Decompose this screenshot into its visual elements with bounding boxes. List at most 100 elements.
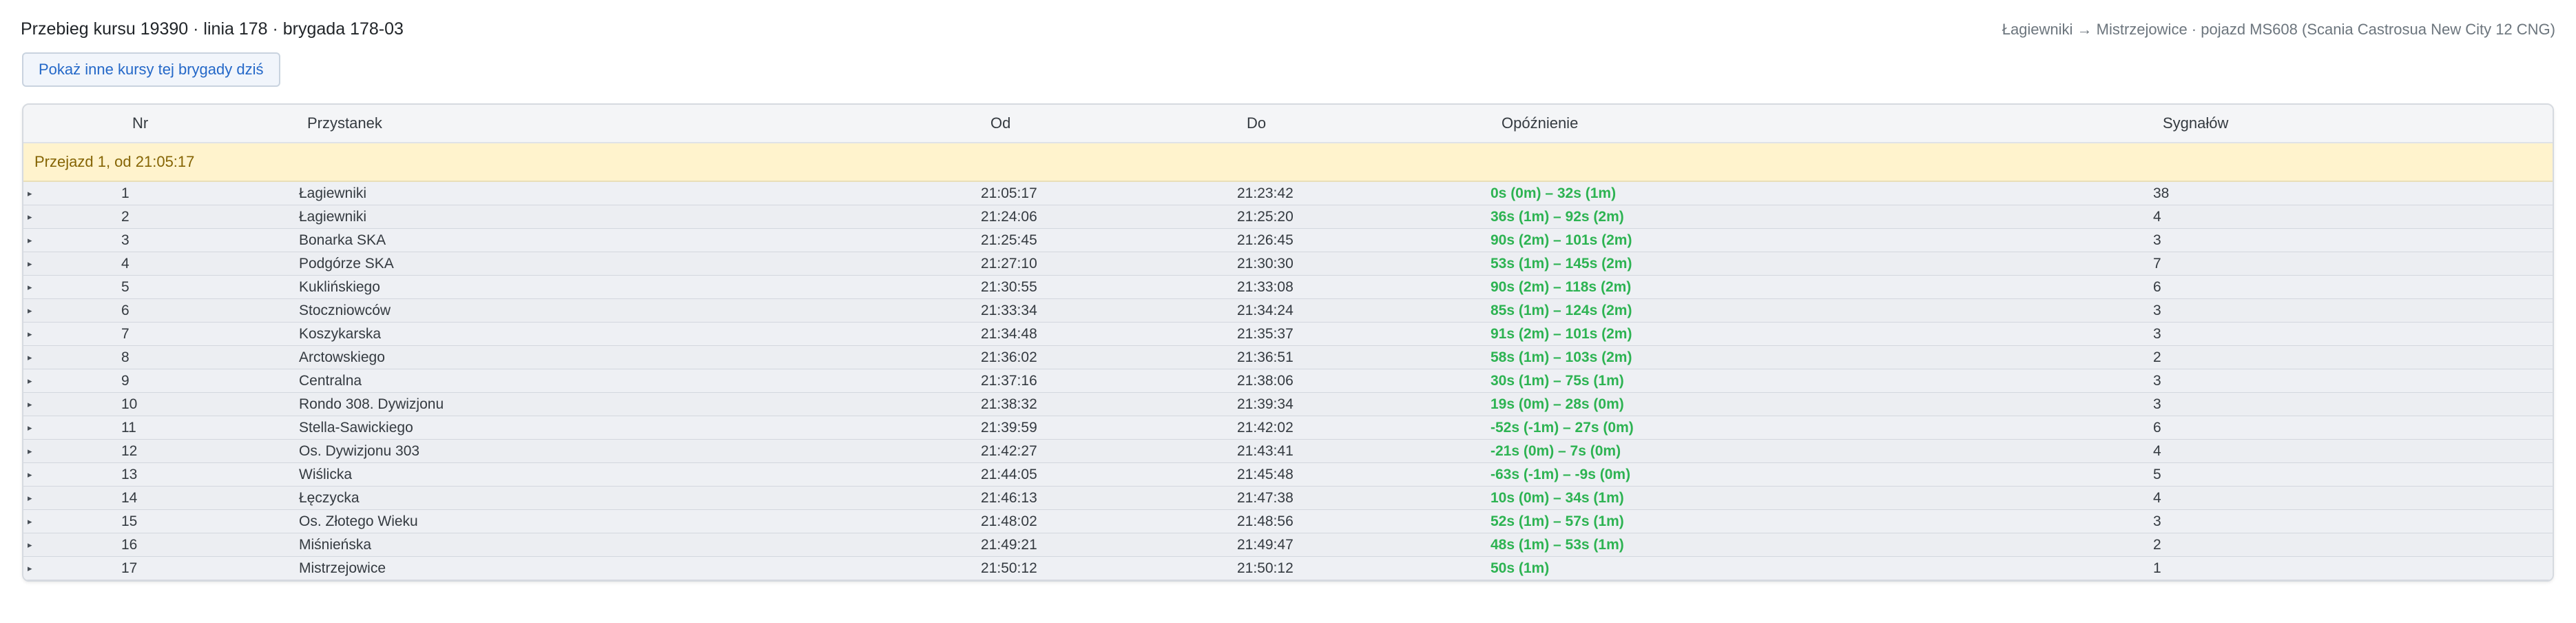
cell-delay: 85s (1m) – 124s (2m) bbox=[1490, 303, 1632, 318]
cell-from: 21:25:45 bbox=[981, 232, 1037, 248]
cell-to: 21:47:38 bbox=[1237, 490, 1294, 506]
cell-delay: 52s (1m) – 57s (1m) bbox=[1490, 513, 1624, 529]
cell-signals: 1 bbox=[2153, 560, 2161, 576]
expand-row-icon[interactable]: ▸ bbox=[28, 510, 32, 533]
expand-row-icon[interactable]: ▸ bbox=[28, 323, 32, 346]
table-row[interactable]: ▸ 10 Rondo 308. Dywizjonu 21:38:32 21:39:34 1… bbox=[23, 393, 2553, 416]
cell-signals: 3 bbox=[2153, 303, 2161, 318]
cell-from: 21:24:06 bbox=[981, 209, 1037, 225]
page-title: Przebieg kursu 19390 · linia 178 · bryga… bbox=[21, 19, 404, 39]
expand-row-icon[interactable]: ▸ bbox=[28, 252, 32, 276]
cell-to: 21:42:02 bbox=[1237, 420, 1294, 436]
vehicle-info: Łagiewniki → Mistrzejowice · pojazd MS60… bbox=[2002, 21, 2555, 38]
cell-nr: 8 bbox=[121, 349, 129, 365]
table-row[interactable]: ▸ 9 Centralna 21:37:16 21:38:06 30s (1m) – 75… bbox=[23, 369, 2553, 393]
table-row[interactable]: ▸ 2 Łagiewniki 21:24:06 21:25:20 36s (1m) – 9… bbox=[23, 205, 2553, 229]
table-row[interactable]: ▸ 11 Stella-Sawickiego 21:39:59 21:42:02 -52s… bbox=[23, 416, 2553, 440]
expand-row-icon[interactable]: ▸ bbox=[28, 440, 32, 463]
cell-stop: Podgórze SKA bbox=[299, 256, 394, 272]
cell-to: 21:50:12 bbox=[1237, 560, 1294, 576]
cell-nr: 17 bbox=[121, 560, 138, 576]
expand-row-icon[interactable]: ▸ bbox=[28, 205, 32, 229]
cell-from: 21:39:59 bbox=[981, 420, 1037, 436]
cell-delay: 90s (2m) – 101s (2m) bbox=[1490, 232, 1632, 248]
column-header-nr: Nr bbox=[132, 114, 149, 132]
column-header-delay: Opóźnienie bbox=[1502, 114, 1579, 132]
cell-from: 21:50:12 bbox=[981, 560, 1037, 576]
table-row[interactable]: ▸ 3 Bonarka SKA 21:25:45 21:26:45 90s (2m) – … bbox=[23, 229, 2553, 252]
table-row[interactable]: ▸ 17 Mistrzejowice 21:50:12 21:50:12 50s (1m)… bbox=[23, 557, 2553, 580]
table-row[interactable]: ▸ 12 Os. Dywizjonu 303 21:42:27 21:43:41 -21s… bbox=[23, 440, 2553, 463]
table-row[interactable]: ▸ 7 Koszykarska 21:34:48 21:35:37 91s (2m) – … bbox=[23, 323, 2553, 346]
cell-nr: 9 bbox=[121, 373, 129, 389]
table-header: Nr Przystanek Od Do Opóźnienie Sygnałów bbox=[23, 105, 2553, 143]
cell-stop: Bonarka SKA bbox=[299, 232, 386, 248]
table-row[interactable]: ▸ 14 Łęczycka 21:46:13 21:47:38 10s (0m) – 34… bbox=[23, 487, 2553, 510]
expand-row-icon[interactable]: ▸ bbox=[28, 182, 32, 205]
cell-signals: 4 bbox=[2153, 209, 2161, 225]
cell-from: 21:42:27 bbox=[981, 443, 1037, 459]
cell-signals: 3 bbox=[2153, 513, 2161, 529]
cell-stop: Mistrzejowice bbox=[299, 560, 386, 576]
expand-row-icon[interactable]: ▸ bbox=[28, 487, 32, 510]
cell-delay: 90s (2m) – 118s (2m) bbox=[1490, 279, 1632, 295]
expand-row-icon[interactable]: ▸ bbox=[28, 369, 32, 393]
cell-nr: 10 bbox=[121, 396, 138, 412]
table-row[interactable]: ▸ 1 Łagiewniki 21:05:17 21:23:42 0s (0m) – 32… bbox=[23, 182, 2553, 205]
cell-to: 21:35:37 bbox=[1237, 326, 1294, 342]
cell-from: 21:27:10 bbox=[981, 256, 1037, 272]
cell-stop: Arctowskiego bbox=[299, 349, 385, 365]
cell-from: 21:38:32 bbox=[981, 396, 1037, 412]
other-courses-button[interactable]: Pokaż inne kursy tej brygady dziś bbox=[22, 52, 280, 87]
cell-to: 21:43:41 bbox=[1237, 443, 1294, 459]
expand-row-icon[interactable]: ▸ bbox=[28, 557, 32, 580]
cell-signals: 3 bbox=[2153, 326, 2161, 342]
expand-row-icon[interactable]: ▸ bbox=[28, 393, 32, 416]
cell-from: 21:30:55 bbox=[981, 279, 1037, 295]
expand-row-icon[interactable]: ▸ bbox=[28, 346, 32, 369]
table-row[interactable]: ▸ 6 Stoczniowców 21:33:34 21:34:24 85s (1m) –… bbox=[23, 299, 2553, 323]
cell-delay: 53s (1m) – 145s (2m) bbox=[1490, 256, 1632, 272]
cell-delay: 91s (2m) – 101s (2m) bbox=[1490, 326, 1632, 342]
cell-delay: 19s (0m) – 28s (0m) bbox=[1490, 396, 1624, 412]
cell-from: 21:44:05 bbox=[981, 467, 1037, 482]
cell-stop: Koszykarska bbox=[299, 326, 382, 342]
table-row[interactable]: ▸ 8 Arctowskiego 21:36:02 21:36:51 58s (1m) –… bbox=[23, 346, 2553, 369]
table-row[interactable]: ▸ 15 Os. Złotego Wieku 21:48:02 21:48:56 52s … bbox=[23, 510, 2553, 533]
expand-row-icon[interactable]: ▸ bbox=[28, 276, 32, 299]
table-row[interactable]: ▸ 5 Kuklińskiego 21:30:55 21:33:08 90s (2m) –… bbox=[23, 276, 2553, 299]
cell-delay: 10s (0m) – 34s (1m) bbox=[1490, 490, 1624, 506]
column-header-stop: Przystanek bbox=[307, 114, 382, 132]
cell-from: 21:33:34 bbox=[981, 303, 1037, 318]
cell-to: 21:25:20 bbox=[1237, 209, 1294, 225]
cell-nr: 4 bbox=[121, 256, 129, 272]
cell-stop: Kuklińskiego bbox=[299, 279, 380, 295]
cell-to: 21:49:47 bbox=[1237, 537, 1294, 553]
table-row[interactable]: ▸ 4 Podgórze SKA 21:27:10 21:30:30 53s (1m) –… bbox=[23, 252, 2553, 276]
cell-signals: 3 bbox=[2153, 396, 2161, 412]
cell-stop: Stoczniowców bbox=[299, 303, 391, 318]
cell-signals: 7 bbox=[2153, 256, 2161, 272]
cell-to: 21:39:34 bbox=[1237, 396, 1294, 412]
cell-stop: Os. Złotego Wieku bbox=[299, 513, 418, 529]
cell-signals: 4 bbox=[2153, 490, 2161, 506]
column-header-to: Do bbox=[1247, 114, 1267, 132]
cell-to: 21:33:08 bbox=[1237, 279, 1294, 295]
cell-from: 21:36:02 bbox=[981, 349, 1037, 365]
expand-row-icon[interactable]: ▸ bbox=[28, 299, 32, 323]
table-row[interactable]: ▸ 16 Miśnieńska 21:49:21 21:49:47 48s (1m) – … bbox=[23, 533, 2553, 557]
expand-row-icon[interactable]: ▸ bbox=[28, 229, 32, 252]
expand-row-icon[interactable]: ▸ bbox=[28, 533, 32, 557]
column-header-from: Od bbox=[990, 114, 1011, 132]
table-row[interactable]: ▸ 13 Wiślicka 21:44:05 21:45:48 -63s (-1m) – … bbox=[23, 463, 2553, 487]
expand-row-icon[interactable]: ▸ bbox=[28, 463, 32, 487]
cell-signals: 2 bbox=[2153, 349, 2161, 365]
cell-stop: Miśnieńska bbox=[299, 537, 372, 553]
cell-from: 21:37:16 bbox=[981, 373, 1037, 389]
cell-delay: 50s (1m) bbox=[1490, 560, 1550, 576]
expand-row-icon[interactable]: ▸ bbox=[28, 416, 32, 440]
cell-nr: 2 bbox=[121, 209, 129, 225]
cell-stop: Wiślicka bbox=[299, 467, 352, 482]
cell-nr: 12 bbox=[121, 443, 138, 459]
cell-delay: -52s (-1m) – 27s (0m) bbox=[1490, 420, 1634, 436]
